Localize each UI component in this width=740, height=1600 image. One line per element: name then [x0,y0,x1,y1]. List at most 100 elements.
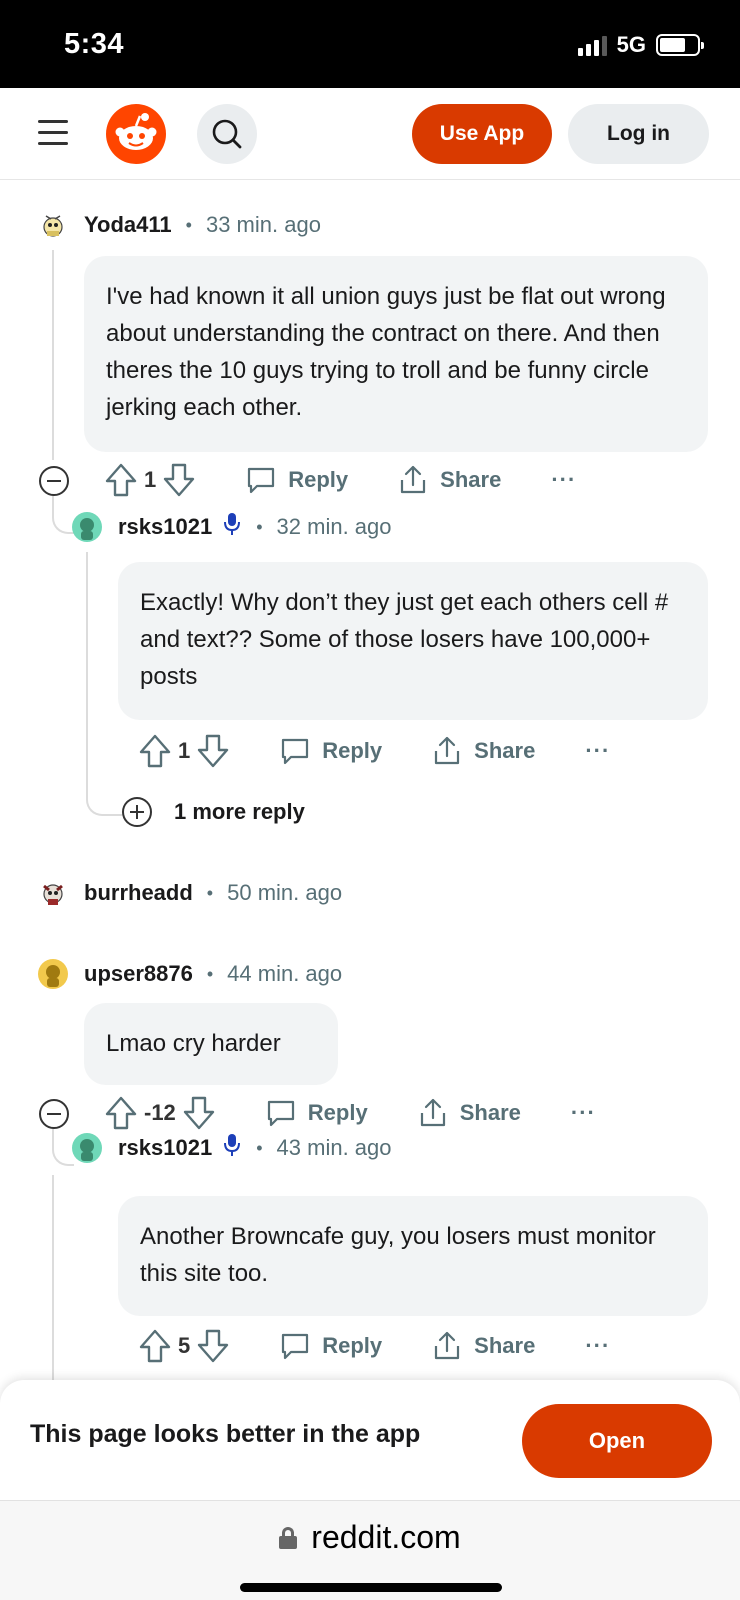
comment-body: I've had known it all union guys just be… [84,256,708,452]
comment-meta: rsks1021 • 43 min. ago [72,1132,392,1164]
reddit-logo-icon[interactable] [106,104,166,164]
upvote-icon[interactable] [104,462,138,498]
avatar[interactable] [38,878,68,908]
separator-dot: • [256,516,263,537]
more-replies-button[interactable]: 1 more reply [122,797,305,827]
share-icon [435,736,460,765]
share-button[interactable]: Share [432,1330,535,1362]
vote-count: -12 [144,1100,176,1125]
use-app-button[interactable]: Use App [412,104,552,164]
more-options-button[interactable]: ··· [585,1333,610,1359]
username[interactable]: rsks1021 [118,1135,212,1161]
vote-group: -12 [104,1095,216,1131]
signal-icon [577,34,607,56]
reply-icon [282,738,309,765]
network-type: 5G [616,32,646,57]
timestamp: 44 min. ago [227,961,343,986]
login-button[interactable]: Log in [568,104,709,164]
username[interactable]: burrheadd [84,880,193,906]
timestamp: 50 min. ago [227,880,343,905]
reply-label: Reply [322,1333,383,1358]
reply-button[interactable]: Reply [280,1331,382,1361]
share-icon [435,1331,460,1360]
reply-label: Reply [288,467,349,492]
thread-line [52,250,54,460]
share-label: Share [474,1333,536,1358]
comment-actions: -12 Reply Share ··· [104,1095,596,1131]
reply-icon [248,467,275,494]
downvote-icon[interactable] [196,733,230,769]
upvote-icon[interactable] [138,733,172,769]
downvote-icon[interactable] [162,462,196,498]
thread-connector [86,770,122,816]
comment-body: Lmao cry harder [84,1003,338,1085]
collapse-thread-icon[interactable] [39,1099,69,1129]
comment-meta: Yoda411 • 33 min. ago [38,210,321,240]
avatar[interactable] [72,512,102,542]
reply-button[interactable]: Reply [246,465,348,495]
vote-group: 1 [138,733,230,769]
upvote-icon[interactable] [138,1328,172,1364]
vote-count: 1 [144,467,157,492]
banner-text: This page looks better in the app [30,1420,421,1448]
open-app-button[interactable]: Open [522,1404,712,1478]
avatar[interactable] [38,210,68,240]
url-domain: reddit.com [311,1519,461,1555]
separator-dot: • [256,1137,263,1158]
thread-line [86,552,88,772]
separator-dot: • [206,882,214,903]
expand-icon [122,797,152,827]
separator-dot: • [185,214,192,235]
vote-count: 5 [178,1333,191,1358]
more-options-button[interactable]: ··· [585,738,610,764]
microphone-icon [222,1132,242,1164]
share-icon [401,465,426,494]
share-button[interactable]: Share [418,1097,521,1129]
username[interactable]: rsks1021 [118,514,212,540]
downvote-icon[interactable] [182,1095,216,1131]
share-icon [420,1098,445,1127]
comment-meta: rsks1021 • 32 min. ago [72,511,392,543]
more-options-button[interactable]: ··· [571,1100,596,1126]
share-button[interactable]: Share [398,464,501,496]
comment-actions: 1 Reply Share ··· [104,462,576,498]
avatar[interactable] [72,1133,102,1163]
separator-dot: • [206,963,214,984]
reply-icon [267,1100,294,1127]
menu-icon[interactable] [38,120,68,146]
reply-label: Reply [307,1100,368,1125]
comment-body: Exactly! Why don’t they just get each ot… [118,562,708,720]
username[interactable]: Yoda411 [84,212,172,238]
site-header: Use App Log in [0,88,740,180]
upvote-icon[interactable] [104,1095,138,1131]
username[interactable]: upser8876 [84,961,193,987]
share-label: Share [459,1100,521,1125]
avatar[interactable] [38,959,68,989]
comment-body: Another Browncafe guy, you losers must m… [118,1196,708,1316]
reply-button[interactable]: Reply [280,736,382,766]
status-bar: 5:34 5G [0,0,740,88]
search-icon [212,119,242,149]
search-button[interactable] [197,104,257,164]
vote-count: 1 [178,738,191,763]
battery-icon [656,34,704,56]
thread-line [52,1175,54,1385]
comment-actions: 5 Reply Share ··· [138,1328,610,1364]
downvote-icon[interactable] [196,1328,230,1364]
vote-group: 1 [104,462,196,498]
thread-connector [52,494,74,534]
share-button[interactable]: Share [432,735,535,767]
timestamp: 32 min. ago [276,514,392,539]
timestamp: 33 min. ago [205,212,321,237]
comment-meta: upser8876 • 44 min. ago [38,959,342,989]
vote-group: 5 [138,1328,230,1364]
url-display[interactable]: reddit.com [0,1519,740,1556]
browser-url-bar[interactable]: reddit.com [0,1500,740,1600]
reply-button[interactable]: Reply [266,1098,368,1128]
collapse-thread-icon[interactable] [39,466,69,496]
comment-actions: 1 Reply Share ··· [138,733,610,769]
status-indicators: 5G [577,32,704,58]
home-indicator[interactable] [240,1583,502,1592]
open-in-app-banner: This page looks better in the app Open [0,1380,740,1500]
more-options-button[interactable]: ··· [551,467,576,493]
